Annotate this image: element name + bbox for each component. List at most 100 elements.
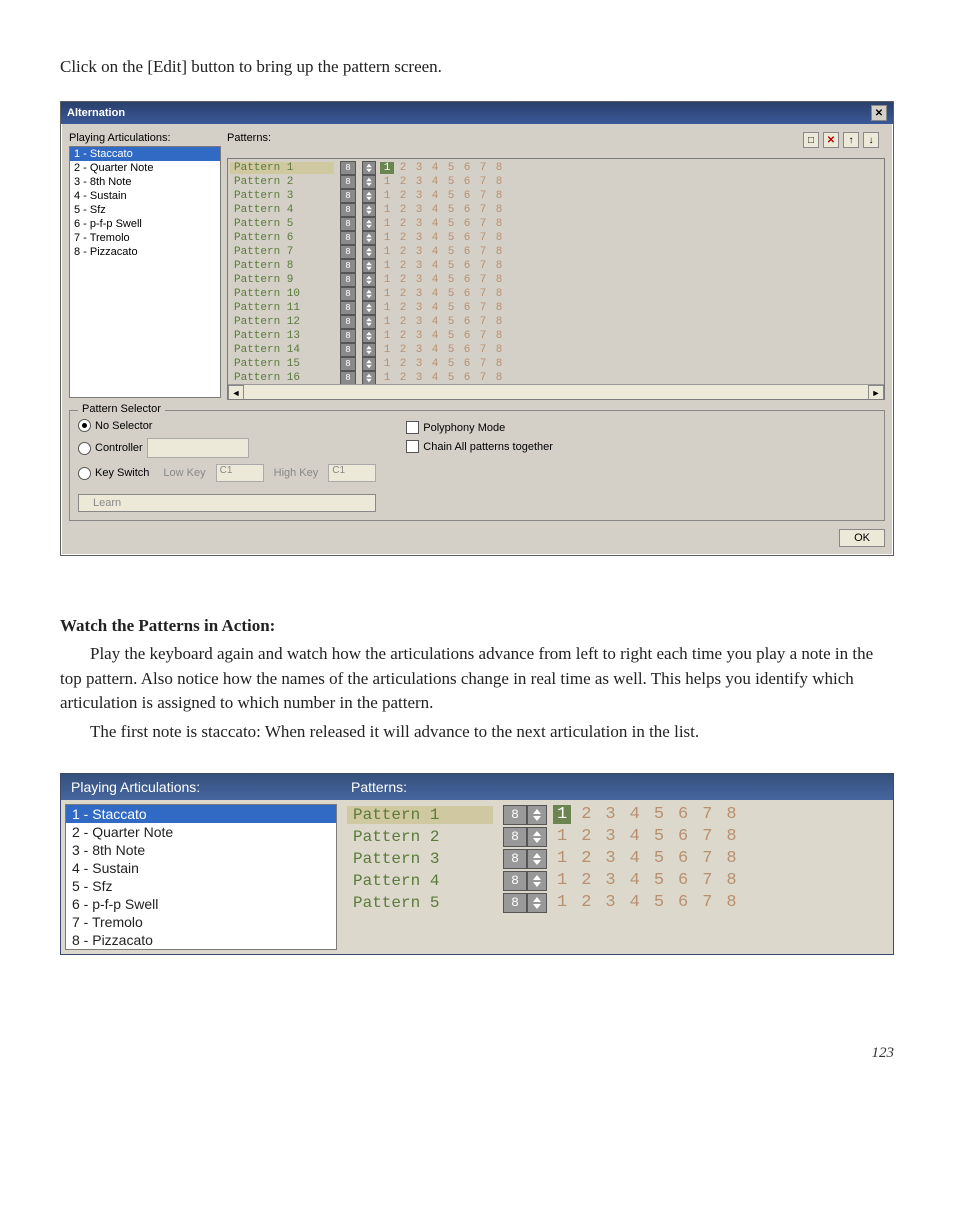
pattern-step[interactable]: 8 [494, 260, 504, 272]
pattern-length-spinner-icon[interactable] [362, 301, 376, 315]
pattern-step[interactable]: 8 [494, 190, 504, 202]
fig2-pattern-step[interactable]: 7 [702, 805, 712, 824]
pattern-step[interactable]: 3 [414, 302, 424, 314]
pattern-step[interactable]: 4 [430, 204, 440, 216]
pattern-length-value[interactable]: 8 [340, 273, 356, 287]
fig2-articulation-item[interactable]: 6 - p-f-p Swell [66, 895, 336, 913]
fig2-pattern-step[interactable]: 5 [654, 893, 664, 912]
pattern-length-spinner-icon[interactable] [362, 287, 376, 301]
pattern-length-value[interactable]: 8 [340, 301, 356, 315]
pattern-step[interactable]: 1 [382, 190, 392, 202]
pattern-length-spinner-icon[interactable] [362, 189, 376, 203]
fig2-pattern-step[interactable]: 2 [581, 805, 591, 824]
fig2-pattern-step[interactable]: 8 [726, 827, 736, 846]
fig2-pattern-step[interactable]: 1 [557, 849, 567, 868]
pattern-step[interactable]: 3 [414, 316, 424, 328]
new-pattern-icon[interactable]: □ [803, 132, 819, 148]
pattern-step[interactable]: 7 [478, 372, 488, 384]
controller-select[interactable] [147, 438, 249, 458]
pattern-row[interactable]: Pattern 11812345678 [230, 301, 882, 315]
fig2-pattern-step[interactable]: 2 [581, 871, 591, 890]
pattern-step[interactable]: 3 [414, 218, 424, 230]
pattern-row[interactable]: Pattern 9812345678 [230, 273, 882, 287]
pattern-length-value[interactable]: 8 [340, 175, 356, 189]
pattern-row[interactable]: Pattern 3812345678 [230, 189, 882, 203]
fig2-pattern-step[interactable]: 6 [678, 871, 688, 890]
fig2-pattern-step[interactable]: 2 [581, 849, 591, 868]
fig2-pattern-step[interactable]: 6 [678, 805, 688, 824]
pattern-step[interactable]: 1 [382, 232, 392, 244]
fig2-pattern-row[interactable]: Pattern 2812345678 [347, 826, 887, 848]
fig2-pattern-length-spinner-icon[interactable] [527, 805, 547, 825]
pattern-step[interactable]: 7 [478, 274, 488, 286]
pattern-step[interactable]: 2 [398, 316, 408, 328]
pattern-row[interactable]: Pattern 8812345678 [230, 259, 882, 273]
pattern-step[interactable]: 3 [414, 358, 424, 370]
fig2-pattern-step[interactable]: 4 [630, 805, 640, 824]
pattern-step[interactable]: 5 [446, 190, 456, 202]
pattern-step[interactable]: 4 [430, 162, 440, 174]
pattern-step[interactable]: 2 [398, 288, 408, 300]
patterns-list[interactable]: Pattern 1812345678Pattern 2812345678 Patt… [227, 158, 885, 400]
fig2-articulation-item[interactable]: 8 - Pizzacato [66, 931, 336, 949]
pattern-step[interactable]: 4 [430, 232, 440, 244]
pattern-step[interactable]: 6 [462, 190, 472, 202]
pattern-step[interactable]: 1 [382, 204, 392, 216]
pattern-step[interactable]: 8 [494, 372, 504, 384]
pattern-row[interactable]: Pattern 1812345678 [230, 161, 882, 175]
fig2-pattern-step[interactable]: 3 [605, 849, 615, 868]
fig2-articulation-item[interactable]: 4 - Sustain [66, 859, 336, 877]
fig2-articulation-item[interactable]: 3 - 8th Note [66, 841, 336, 859]
pattern-step[interactable]: 7 [478, 288, 488, 300]
pattern-step[interactable]: 1 [382, 372, 392, 384]
pattern-step[interactable]: 8 [494, 358, 504, 370]
pattern-row[interactable]: Pattern 7812345678 [230, 245, 882, 259]
pattern-length-value[interactable]: 8 [340, 245, 356, 259]
pattern-length-spinner-icon[interactable] [362, 357, 376, 371]
pattern-step[interactable]: 5 [446, 344, 456, 356]
pattern-step[interactable]: 2 [398, 162, 408, 174]
articulation-item[interactable]: 1 - Staccato [70, 147, 220, 161]
pattern-step[interactable]: 5 [446, 372, 456, 384]
pattern-step[interactable]: 2 [398, 260, 408, 272]
articulation-item[interactable]: 2 - Quarter Note [70, 161, 220, 175]
pattern-step[interactable]: 4 [430, 288, 440, 300]
pattern-row[interactable]: Pattern 2812345678 [230, 175, 882, 189]
fig2-pattern-step[interactable]: 4 [630, 893, 640, 912]
pattern-step[interactable]: 6 [462, 246, 472, 258]
fig2-pattern-step[interactable]: 1 [557, 893, 567, 912]
close-icon[interactable]: ✕ [871, 105, 887, 121]
pattern-length-spinner-icon[interactable] [362, 259, 376, 273]
pattern-length-spinner-icon[interactable] [362, 343, 376, 357]
fig2-pattern-step[interactable]: 7 [702, 849, 712, 868]
fig2-pattern-length-value[interactable]: 8 [503, 827, 527, 847]
pattern-step[interactable]: 5 [446, 232, 456, 244]
pattern-row[interactable]: Pattern 5812345678 [230, 217, 882, 231]
pattern-step[interactable]: 8 [494, 302, 504, 314]
fig2-pattern-step[interactable]: 3 [605, 827, 615, 846]
pattern-length-value[interactable]: 8 [340, 189, 356, 203]
high-key-input[interactable]: C1 [328, 464, 376, 482]
fig2-pattern-row[interactable]: Pattern 5812345678 [347, 892, 887, 914]
pattern-step[interactable]: 8 [494, 344, 504, 356]
pattern-length-spinner-icon[interactable] [362, 217, 376, 231]
articulation-item[interactable]: 4 - Sustain [70, 189, 220, 203]
pattern-step[interactable]: 3 [414, 232, 424, 244]
pattern-row[interactable]: Pattern 14812345678 [230, 343, 882, 357]
fig2-pattern-row[interactable]: Pattern 4812345678 [347, 870, 887, 892]
pattern-step[interactable]: 3 [414, 344, 424, 356]
pattern-row[interactable]: Pattern 10812345678 [230, 287, 882, 301]
pattern-step[interactable]: 7 [478, 232, 488, 244]
fig2-pattern-step[interactable]: 8 [726, 871, 736, 890]
pattern-length-value[interactable]: 8 [340, 315, 356, 329]
pattern-step[interactable]: 1 [382, 288, 392, 300]
pattern-step[interactable]: 4 [430, 330, 440, 342]
articulation-item[interactable]: 5 - Sfz [70, 203, 220, 217]
fig2-pattern-step[interactable]: 5 [654, 871, 664, 890]
pattern-length-value[interactable]: 8 [340, 371, 356, 385]
pattern-step[interactable]: 5 [446, 246, 456, 258]
pattern-step[interactable]: 1 [382, 302, 392, 314]
fig2-patterns-list[interactable]: Pattern 1812345678Pattern 2812345678Patt… [341, 800, 893, 932]
articulation-item[interactable]: 6 - p-f-p Swell [70, 217, 220, 231]
fig2-pattern-step[interactable]: 4 [630, 827, 640, 846]
